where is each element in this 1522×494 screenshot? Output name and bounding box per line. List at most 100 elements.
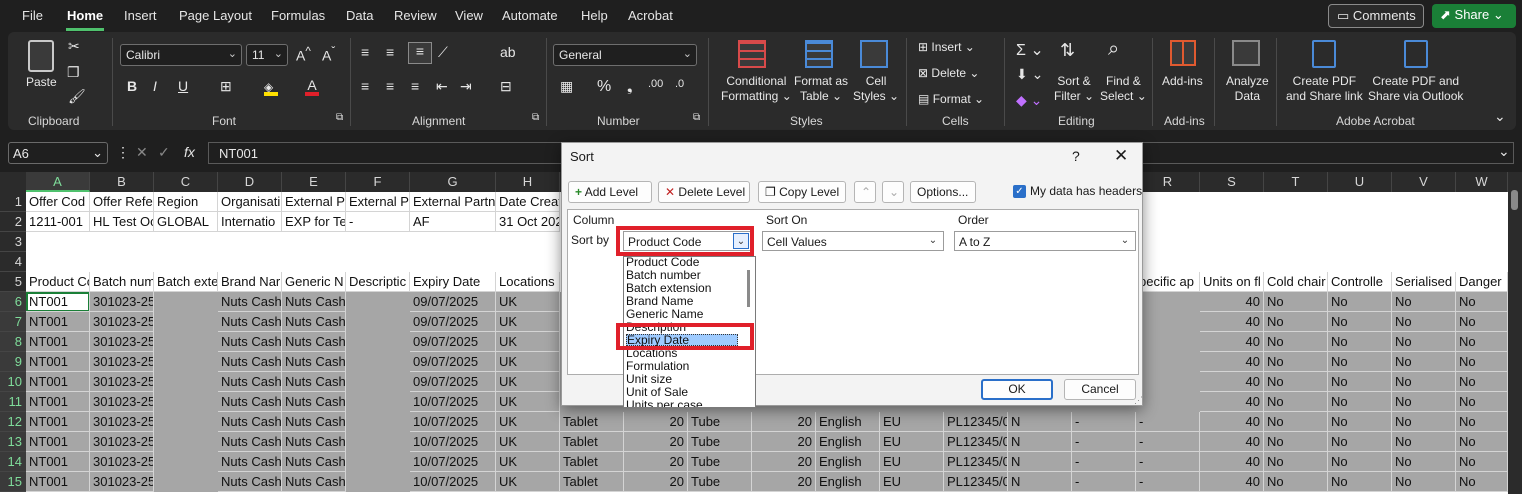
cell[interactable]: 20 <box>752 412 816 432</box>
column-header-h[interactable]: H <box>496 172 560 192</box>
cell[interactable]: External Partn <box>410 192 496 212</box>
cell[interactable]: 301023-254 <box>90 432 154 452</box>
cell[interactable]: Tube <box>688 472 752 492</box>
add-ins-icon[interactable] <box>1170 40 1196 66</box>
cell[interactable]: 20 <box>624 432 688 452</box>
name-box[interactable]: A6 ⌄ <box>8 142 108 164</box>
cell[interactable]: No <box>1264 472 1328 492</box>
cell[interactable]: UK <box>496 312 560 332</box>
row-header-3[interactable]: 3 <box>0 232 26 252</box>
cell[interactable]: 09/07/2025 <box>410 312 496 332</box>
cell[interactable]: 09/07/2025 <box>410 332 496 352</box>
number-format-combo[interactable]: General ⌄ <box>553 44 697 66</box>
vertical-scrollbar[interactable] <box>1508 172 1522 494</box>
cancel-button[interactable]: Cancel <box>1064 379 1136 400</box>
cell[interactable]: 301023-254 <box>90 472 154 492</box>
cell[interactable]: No <box>1392 372 1456 392</box>
cell[interactable]: No <box>1392 452 1456 472</box>
cell[interactable]: 1211-001 <box>26 212 90 232</box>
pdf-outlook-icon[interactable] <box>1404 40 1428 68</box>
cell[interactable]: No <box>1392 352 1456 372</box>
menu-help[interactable]: Help <box>581 8 608 23</box>
cell[interactable]: EU <box>880 412 944 432</box>
row-header-10[interactable]: 10 <box>0 372 26 392</box>
delete-level-button[interactable]: ✕ Delete Level <box>658 181 750 203</box>
row-header-9[interactable]: 9 <box>0 352 26 372</box>
cell[interactable]: Nuts Cashew 100mg <box>282 472 346 492</box>
analyze-data-button[interactable]: Analyze Data <box>1226 74 1269 104</box>
cell[interactable]: 20 <box>624 412 688 432</box>
cell[interactable]: No <box>1456 352 1508 372</box>
cell[interactable]: - <box>1072 472 1136 492</box>
add-ins-button[interactable]: Add-ins <box>1162 74 1203 89</box>
align-top-icon[interactable]: ≡ <box>361 44 369 60</box>
cell[interactable]: English <box>816 452 880 472</box>
cell[interactable]: AF <box>410 212 496 232</box>
cell[interactable]: HL Test Oc <box>90 212 154 232</box>
column-header-a[interactable]: A <box>26 172 90 192</box>
cell[interactable]: 31 Oct 202 <box>496 212 560 232</box>
cell[interactable]: Danger <box>1456 272 1508 292</box>
paste-button[interactable]: Paste <box>26 75 57 90</box>
create-pdf-share-link-button[interactable]: Create PDF and Share link <box>1286 74 1363 104</box>
move-up-button[interactable]: ⌃ <box>854 181 876 203</box>
cell[interactable]: Batch exte <box>154 272 218 292</box>
autosum-icon[interactable]: Σ ⌄ <box>1016 40 1044 60</box>
close-button[interactable]: ✕ <box>1114 146 1128 166</box>
cell[interactable]: Units on fl <box>1200 272 1264 292</box>
enter-icon[interactable]: ✓ <box>158 144 170 161</box>
collapse-ribbon-icon[interactable]: ⌄ <box>1494 108 1506 125</box>
cell[interactable]: UK <box>496 392 560 412</box>
cell[interactable]: 301023-253 <box>90 292 154 312</box>
row-header-8[interactable]: 8 <box>0 332 26 352</box>
cell[interactable]: No <box>1264 372 1328 392</box>
cell[interactable]: pecific ap <box>1136 272 1200 292</box>
cell[interactable]: No <box>1392 312 1456 332</box>
cell[interactable]: 40 <box>1200 472 1264 492</box>
cell[interactable]: Tube <box>688 412 752 432</box>
cell[interactable]: English <box>816 472 880 492</box>
menu-formulas[interactable]: Formulas <box>271 8 325 23</box>
cell[interactable]: No <box>1456 412 1508 432</box>
cell[interactable]: 40 <box>1200 392 1264 412</box>
cell[interactable]: No <box>1328 352 1392 372</box>
cell[interactable]: 20 <box>752 472 816 492</box>
cell[interactable]: Batch num <box>90 272 154 292</box>
cell[interactable]: 09/07/2025 <box>410 352 496 372</box>
cell[interactable]: No <box>1392 432 1456 452</box>
cell[interactable]: - <box>1136 452 1200 472</box>
row-header-12[interactable]: 12 <box>0 412 26 432</box>
cell[interactable]: NT001 <box>26 412 90 432</box>
cell[interactable]: NT001 <box>26 452 90 472</box>
cell[interactable]: English <box>816 412 880 432</box>
menu-insert[interactable]: Insert <box>124 8 157 23</box>
cell[interactable]: PL12345/0 <box>944 412 1008 432</box>
cell[interactable]: Nuts Cashew 100mg <box>282 372 346 392</box>
paste-icon[interactable] <box>28 40 54 72</box>
select-all-corner[interactable] <box>0 172 26 192</box>
menu-file[interactable]: File <box>22 8 43 23</box>
cell[interactable]: Nuts Cashew 100mg <box>282 292 346 312</box>
cell[interactable]: NT001 <box>26 352 90 372</box>
column-header-c[interactable]: C <box>154 172 218 192</box>
cell[interactable]: 40 <box>1200 352 1264 372</box>
font-name-combo[interactable]: Calibri ⌄ <box>120 44 242 66</box>
cell[interactable]: 10/07/2025 <box>410 452 496 472</box>
more-options-icon[interactable]: ⋮ <box>116 144 130 161</box>
format-as-table-button[interactable]: Format as Table ⌄ <box>794 74 848 104</box>
cell[interactable]: No <box>1264 432 1328 452</box>
fill-icon[interactable]: ⬇ ⌄ <box>1016 66 1043 83</box>
cell[interactable]: Locations <box>496 272 560 292</box>
cell[interactable]: No <box>1456 432 1508 452</box>
cell[interactable]: NT001 <box>26 472 90 492</box>
cell[interactable]: No <box>1392 412 1456 432</box>
cell[interactable]: 20 <box>624 452 688 472</box>
cell[interactable]: EU <box>880 452 944 472</box>
cell[interactable]: 301023-253 <box>90 312 154 332</box>
cell[interactable]: NT001 <box>26 332 90 352</box>
cell[interactable]: No <box>1456 392 1508 412</box>
column-header-b[interactable]: B <box>90 172 154 192</box>
create-pdf-icon[interactable] <box>1312 40 1336 68</box>
cell[interactable]: NT001 <box>26 372 90 392</box>
align-center-icon[interactable]: ≡ <box>386 78 394 94</box>
